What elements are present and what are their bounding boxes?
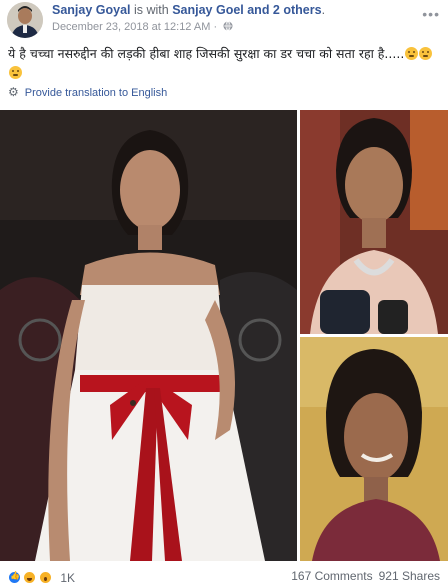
thinking-emoji-icon: [419, 47, 433, 60]
reactions-summary[interactable]: 1K: [8, 569, 76, 585]
photo-bottom-right[interactable]: [300, 337, 448, 561]
post-timestamp[interactable]: December 23, 2018 at 12:12 AM: [52, 21, 210, 33]
post-text: ये है चच्चा नसरुद्दीन की लड़की हीबा शाह …: [8, 44, 442, 82]
thinking-emoji-icon: [405, 47, 419, 60]
wow-reaction-icon: [38, 571, 52, 585]
author-line: Sanjay Goyal is with Sanjay Goel and 2 o…: [52, 3, 325, 18]
thinking-emoji-icon: [9, 66, 22, 79]
post-header: Sanjay Goyal is with Sanjay Goel and 2 o…: [0, 0, 448, 40]
reaction-count: 1K: [60, 570, 76, 585]
comments-link[interactable]: 167 Comments: [291, 569, 372, 583]
translate-link[interactable]: ⚙ Provide translation to English: [8, 85, 167, 99]
post-text-body: ये है चच्चा नसरुद्दीन की लड़की हीबा शाह …: [8, 46, 405, 61]
period-text: .: [321, 3, 326, 17]
meta-separator: ·: [210, 21, 221, 33]
translate-label: Provide translation to English: [24, 87, 168, 99]
photo-top-right[interactable]: [300, 110, 448, 334]
post-footer: 1K 167 Comments 921 Shares: [0, 563, 448, 587]
tagged-friends-link[interactable]: Sanjay Goel and 2 others: [172, 3, 321, 17]
avatar[interactable]: [7, 2, 43, 38]
globe-icon: [223, 21, 233, 31]
gear-icon: ⚙: [8, 85, 19, 99]
photo-main[interactable]: [0, 110, 297, 561]
engagement-counts: 167 Comments 921 Shares: [285, 569, 440, 583]
shares-link[interactable]: 921 Shares: [379, 569, 440, 583]
haha-reaction-icon: [23, 571, 37, 585]
more-options-icon[interactable]: •••: [422, 6, 440, 22]
like-reaction-icon: [8, 571, 21, 585]
photo-grid: [0, 110, 448, 561]
author-name[interactable]: Sanjay Goyal: [52, 3, 131, 17]
post-meta: December 23, 2018 at 12:12 AM ·: [52, 21, 233, 34]
with-text: is with: [130, 3, 173, 17]
